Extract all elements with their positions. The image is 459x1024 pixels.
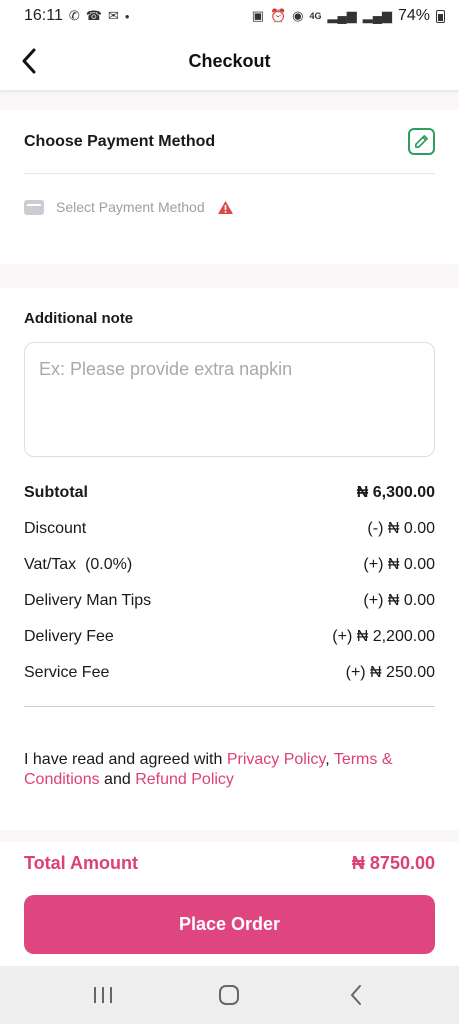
summary-row-discount: Discount (-) ₦ 0.00 [24,511,435,547]
hotspot-icon: ◉ [292,8,304,23]
section-divider [0,264,459,288]
summary-value: ₦ 6,300.00 [356,484,435,501]
battery-percent: 74% [397,7,430,24]
phone-icon: ☎ [85,8,102,23]
section-divider [0,90,459,110]
total-row: Total Amount ₦ 8750.00 [24,842,435,884]
summary-label: Discount [24,520,87,537]
summary-row-subtotal: Subtotal ₦ 6,300.00 [24,475,435,511]
summary-label: Delivery Man Tips [24,592,152,609]
recent-apps-button[interactable] [73,975,133,1015]
signal-icon-2: ▂▄▆ [362,8,392,23]
summary-row-vat: Vat/Tax (0.0%) (+) ₦ 0.00 [24,547,435,583]
battery-saver-icon: ▣ [251,8,264,23]
terms-prefix: I have read and agreed with [24,751,227,768]
summary-row-service-fee: Service Fee (+) ₦ 250.00 [24,655,435,691]
payment-method-title: Choose Payment Method [24,132,216,150]
back-nav-button[interactable] [326,975,386,1015]
battery-icon [436,9,445,23]
status-right: ▣ ⏰ ◉ 4G ▂▄▆ ▂▄▆ 74% [252,7,445,25]
refund-policy-link[interactable]: Refund Policy [135,771,234,788]
payment-method-header: Choose Payment Method [24,110,435,174]
alarm-icon: ⏰ [269,8,287,23]
app-bar: Checkout [0,32,459,90]
status-left: 16:11 ✆ ☎ ✉ • [24,7,129,25]
total-label: Total Amount [24,852,138,873]
order-summary: Subtotal ₦ 6,300.00 Discount (-) ₦ 0.00 … [24,475,435,691]
summary-label: Vat/Tax (0.0%) [24,556,133,573]
back-button[interactable] [14,44,44,78]
edit-payment-button[interactable] [408,128,435,155]
note-summary-section: Additional note Ex: Please provide extra… [0,288,459,830]
summary-value: (-) ₦ 0.00 [367,520,435,537]
additional-note-input[interactable]: Ex: Please provide extra napkin [24,342,435,457]
additional-note-title: Additional note [24,310,134,327]
signal-icon: ▂▄▆ [327,8,357,23]
payment-method-placeholder: Select Payment Method [56,199,205,215]
page-title: Checkout [188,50,271,71]
network-type-label: 4G [309,11,322,21]
home-button[interactable] [199,975,259,1015]
back-nav-icon [350,985,361,1005]
section-divider [0,830,459,842]
total-value: ₦ 8750.00 [351,852,435,873]
summary-value: (+) ₦ 2,200.00 [332,628,435,645]
terms-and: and [99,771,136,788]
select-payment-method[interactable]: Select Payment Method [24,174,435,240]
place-order-button[interactable]: Place Order [24,895,435,954]
status-bar: 16:11 ✆ ☎ ✉ • ▣ ⏰ ◉ 4G ▂▄▆ ▂▄▆ 74% [0,0,459,32]
system-nav-bar [0,966,459,1024]
terms-agreement: I have read and agreed with Privacy Poli… [24,750,435,790]
summary-label: Service Fee [24,664,110,681]
summary-row-tips: Delivery Man Tips (+) ₦ 0.00 [24,583,435,619]
payment-method-section: Choose Payment Method Select Payment Met… [0,110,459,264]
privacy-policy-link[interactable]: Privacy Policy [227,751,325,768]
card-icon [24,199,44,215]
home-icon [219,985,240,1005]
summary-label: Subtotal [24,484,88,501]
total-section: Total Amount ₦ 8750.00 Place Order [0,842,459,966]
status-time: 16:11 [24,7,63,24]
recent-apps-icon [94,987,113,1003]
summary-label: Delivery Fee [24,628,114,645]
summary-value: (+) ₦ 250.00 [345,664,435,681]
dot-icon: • [124,8,130,24]
summary-row-delivery-fee: Delivery Fee (+) ₦ 2,200.00 [24,619,435,655]
summary-value: (+) ₦ 0.00 [363,556,435,573]
gmail-icon: ✉ [107,8,119,23]
chevron-left-icon [22,48,36,74]
warning-icon [217,200,234,215]
summary-value: (+) ₦ 0.00 [363,592,435,609]
terms-comma: , [325,751,334,768]
pencil-icon [415,135,428,148]
summary-divider [24,706,435,707]
whatsapp-icon: ✆ [68,8,80,23]
